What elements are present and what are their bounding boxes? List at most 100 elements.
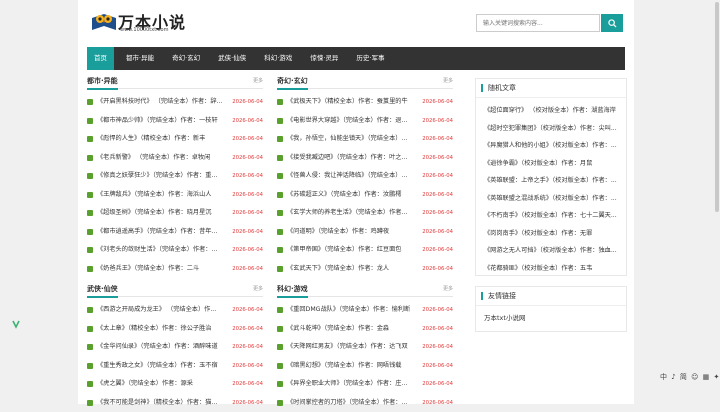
book-link[interactable]: 《武斗乾坤》（完结全本）作者：金淼 [287,320,430,339]
bullet-icon [87,99,93,105]
book-link[interactable]: 《刘老头的敛财生活》（完结全本）作者：... [97,241,240,260]
site-header: 万本小说 www.10000txt.com [78,0,634,42]
section-block: 奇幻·玄幻更多《武极天下》（精校全本）作者：蚕茧里的牛2026-06-04《电影… [277,74,453,278]
section-header: 科幻·游戏 更多 [277,282,453,297]
book-link[interactable]: 《重生秀政之女》（完结全本）作者：玉不宿 [97,357,240,376]
book-date: 2026-06-04 [232,167,263,186]
random-article-link[interactable]: 《英雄联盟：上帝之手》（校对版全本）作者：... [476,172,626,190]
book-link[interactable]: 《暗黑幻想》（完结全本）作者：网唔钱载 [287,357,430,376]
page-scrollbar[interactable] [715,2,719,212]
book-row: 《超级圣树》（完结全本）作者：晓月星沉2026-06-04 [87,204,263,223]
book-link[interactable]: 《我，孙悟空，仙能坐镇天》（完结全本）... [287,130,430,149]
nav-item-fantasy[interactable]: 奇幻·玄幻 [166,47,206,70]
book-row: 《玄学大师的养老生活》（完结全本）作者...2026-06-04 [277,204,453,223]
book-link[interactable]: 《我不可能是剑神》（精校全本）作者：猫... [97,394,240,412]
book-row: 《都市神品少帅》（完结全本）作者：一枝轩2026-06-04 [87,112,263,131]
random-article-link[interactable]: 《不朽南手》（校对版全本）作者：七十二翼天... [476,207,626,225]
bullet-icon [87,192,93,198]
search-input[interactable] [476,14,600,32]
book-date: 2026-06-04 [232,149,263,168]
nav-item-horror[interactable]: 惊悚·灵异 [304,47,344,70]
bullet-icon [277,229,283,235]
book-link[interactable]: 《重回DMG战队》（完结全本）作者：愉利断 [287,301,430,320]
book-date: 2026-06-04 [422,130,453,149]
book-row: 《电影世界大穿越》（完结全本）作者：退...2026-06-04 [277,112,453,131]
book-link[interactable]: 《都市逍遥高手》（完结全本）作者：昔年... [97,223,240,242]
bullet-icon [277,192,283,198]
site-url: www.10000txt.com [120,27,168,33]
book-link[interactable]: 《都市神品少帅》（完结全本）作者：一枝轩 [97,112,240,131]
random-article-link[interactable]: 《花都骑匪》（校对版全本）作者：五韦 [476,260,626,278]
book-link[interactable]: 《怪兽人侵：我让神话降临》（完结全本）... [287,167,430,186]
book-link[interactable]: 《时间掌控者的刀塔》（完结全本）作者：... [287,394,430,412]
ime-toolbar[interactable]: 中 ♪ 简 ☺ ▦ ✦ ▤ [660,372,720,382]
book-row: 《开启黑科技时代》 （完结全本）作者：辞...2026-06-04 [87,93,263,112]
book-link[interactable]: 《太上章》（精校全本）作者：徐公子胜治 [97,320,240,339]
bullet-icon [277,326,283,332]
book-date: 2026-06-04 [422,320,453,339]
book-link[interactable]: 《开启黑科技时代》 （完结全本）作者：辞... [97,93,240,112]
section-title[interactable]: 都市·异能 [87,76,118,86]
book-row: 《苏碳超正义》（完结全本）作者：汝鹏樗2026-06-04 [277,186,453,205]
bullet-icon [87,155,93,161]
book-link[interactable]: 《超级圣树》（完结全本）作者：晓月星沉 [97,204,240,223]
book-link[interactable]: 《王牌敌兵》（完结全本）作者：海浜山人 [97,186,240,205]
book-link[interactable]: 《老兵新警》 （完结全本）作者：卓牧闲 [97,149,240,168]
random-article-link[interactable]: 《超位面穿行》 （校对版全本）作者：湖蓝海岸 [476,102,626,120]
book-link[interactable]: 《西游之开局成为龙王》 （完结全本）作... [97,301,240,320]
random-article-link[interactable]: 《岗岗南手》（校对版全本）作者：无罪 [476,225,626,243]
book-link[interactable]: 《电影世界大穿越》（完结全本）作者：退... [287,112,430,131]
nav-item-home[interactable]: 首页 [87,47,114,70]
random-article-link[interactable]: 《超时空犯罪集团》（校对版全本）作者：尖叫... [476,120,626,138]
book-date: 2026-06-04 [232,93,263,112]
float-leaf-icon[interactable] [11,319,21,329]
book-link[interactable]: 《彪悍的人生》（精校全本）作者：新丰 [97,130,240,149]
book-link[interactable]: 《武极天下》（精校全本）作者：蚕茧里的牛 [287,93,430,112]
more-link[interactable]: 更多 [443,77,453,84]
book-row: 《我，孙悟空，仙能坐镇天》（完结全本）...2026-06-04 [277,130,453,149]
book-link[interactable]: 《玄学大师的养老生活》（完结全本）作者... [287,204,430,223]
book-date: 2026-06-04 [422,301,453,320]
book-link[interactable]: 《苏碳超正义》（完结全本）作者：汝鹏樗 [287,186,430,205]
book-row: 《第甲帝国》（完结全本）作者：红豆面包2026-06-04 [277,241,453,260]
bullet-icon [277,210,283,216]
section-title[interactable]: 科幻·游戏 [277,284,308,294]
book-link[interactable]: 《异界全职业大师》（完结全本）作者：庄... [287,375,430,394]
book-link[interactable]: 《奶爸兵王》（完结全本）作者：二斗 [97,260,240,279]
book-link[interactable]: 《玄武天下》（完结全本）作者：龙人 [287,260,430,279]
friend-link[interactable]: 万本txt小说网 [476,306,626,328]
book-link[interactable]: 《第甲帝国》（完结全本）作者：红豆面包 [287,241,430,260]
book-date: 2026-06-04 [422,260,453,279]
nav-item-history[interactable]: 历史·军事 [350,47,390,70]
book-link[interactable]: 《接受我臧边吧》（完结全本）作者：叶之... [287,149,430,168]
bullet-icon [277,136,283,142]
book-row: 《接受我臧边吧》（完结全本）作者：叶之...2026-06-04 [277,149,453,168]
book-row: 《天降网红男友》（完结全本）作者：达飞双2026-06-04 [277,338,453,357]
random-article-link[interactable]: 《网游之无人可挡》（校对版全本）作者：独血... [476,242,626,260]
section-header: 奇幻·玄幻 更多 [277,74,453,89]
random-articles-title: 随机文章 [476,79,626,98]
more-link[interactable]: 更多 [443,285,453,292]
book-link[interactable]: 《修真之妖孽狂少》（完结全本）作者：重... [97,167,240,186]
bullet-icon [277,99,283,105]
book-link[interactable]: 《问道明》（完结全本）作者：鸡蹲夜 [287,223,430,242]
book-link[interactable]: 《虎之翼》（完结全本）作者：源采 [97,375,240,394]
more-link[interactable]: 更多 [253,285,263,292]
nav-item-scifi[interactable]: 科幻·游戏 [258,47,298,70]
nav-item-wuxia[interactable]: 武侠·仙侠 [212,47,252,70]
owl-logo-icon[interactable] [90,10,118,32]
search-button[interactable] [601,14,623,32]
book-link[interactable]: 《金华问仙录》（完结全本）作者：酒醉味道 [97,338,240,357]
book-date: 2026-06-04 [232,338,263,357]
random-article-link[interactable]: 《逍徐争霸》（校对版全本）作者：月鼠 [476,155,626,173]
nav-item-urban[interactable]: 都市·异能 [120,47,160,70]
more-link[interactable]: 更多 [253,77,263,84]
random-article-link[interactable]: 《异魔猎人和他的小姐》（校对版全本）作者：... [476,137,626,155]
bullet-icon [277,173,283,179]
book-date: 2026-06-04 [232,320,263,339]
book-link[interactable]: 《天降网红男友》（完结全本）作者：达飞双 [287,338,430,357]
section-title[interactable]: 武侠·仙侠 [87,284,118,294]
section-title[interactable]: 奇幻·玄幻 [277,76,308,86]
bullet-icon [277,118,283,124]
random-article-link[interactable]: 《英雄联盟之混战系统》（校对版全本）作者：... [476,190,626,208]
